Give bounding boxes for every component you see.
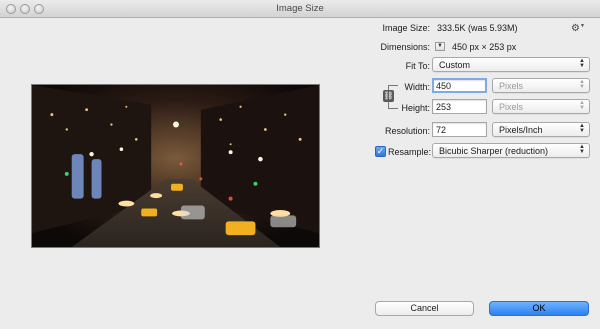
image-preview (31, 84, 320, 248)
image-size-label: Image Size: (382, 23, 430, 33)
height-unit-value: Pixels (499, 102, 524, 112)
resolution-unit-popup[interactable]: Pixels/Inch ▲ ▼ (492, 122, 590, 137)
width-field[interactable]: 450 (432, 78, 487, 93)
image-size-value: 333.5K (was 5.93M) (437, 23, 518, 33)
city-street-photo (32, 85, 319, 247)
resample-checkbox[interactable]: ✓ (375, 146, 386, 157)
height-unit-popup[interactable]: Pixels ▲ ▼ (492, 99, 590, 114)
resample-method-popup[interactable]: Bicubic Sharper (reduction) ▲ ▼ (432, 143, 590, 158)
width-unit-value: Pixels (499, 81, 524, 91)
resample-method-value: Bicubic Sharper (reduction) (439, 146, 549, 156)
resolution-label: Resolution: (384, 126, 430, 136)
up-down-arrows-icon: ▲ ▼ (579, 100, 585, 111)
up-down-arrows-icon: ▲ ▼ (579, 123, 585, 134)
window-title: Image Size (276, 3, 324, 14)
disclosure-triangle-icon[interactable]: ▼ (435, 42, 445, 51)
cancel-button[interactable]: Cancel (375, 301, 474, 316)
fit-to-label: Fit To: (405, 61, 430, 71)
title-bar: Image Size (0, 0, 600, 18)
up-down-arrows-icon: ▲ ▼ (579, 79, 585, 90)
resample-label[interactable]: Resample: (388, 147, 431, 157)
fit-to-value: Custom (439, 60, 471, 70)
dimensions-value: 450 px × 253 px (452, 42, 517, 52)
height-field[interactable]: 253 (432, 99, 487, 114)
resolution-unit-value: Pixels/Inch (499, 125, 543, 135)
ok-button[interactable]: OK (489, 301, 589, 316)
resolution-field[interactable]: 72 (432, 122, 487, 137)
width-label: Width: (404, 82, 430, 92)
up-down-arrows-icon: ▲ ▼ (579, 58, 585, 69)
up-down-arrows-icon: ▲ ▼ (579, 144, 585, 155)
checkmark-icon: ✓ (376, 146, 385, 156)
dimensions-label: Dimensions: (380, 42, 430, 52)
width-unit-popup[interactable]: Pixels ▲ ▼ (492, 78, 590, 93)
height-label: Height: (401, 103, 430, 113)
fit-to-popup[interactable]: Custom ▲ ▼ (432, 57, 590, 72)
gear-icon[interactable]: ⚙▼ (571, 23, 585, 34)
